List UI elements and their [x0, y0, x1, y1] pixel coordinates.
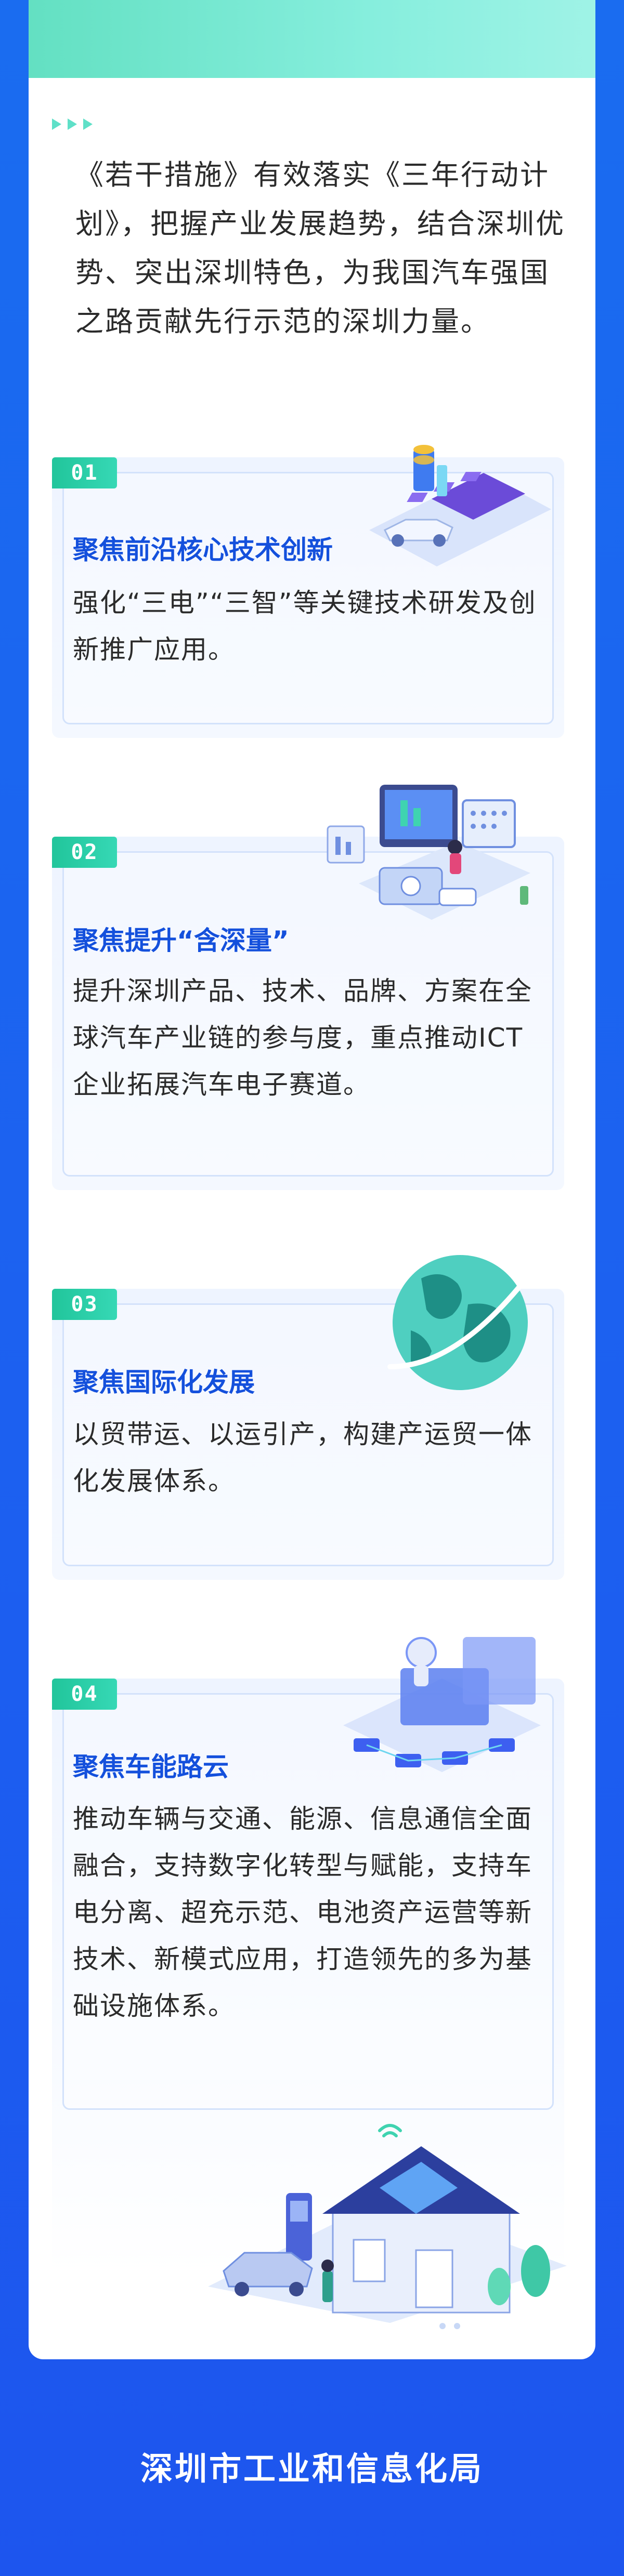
content-panel: 《若干措施》有效落实《三年行动计划》，把握产业发展趋势，结合深圳优势、突出深圳特… — [29, 0, 595, 2359]
card-01: 01 聚焦前沿核心技术创新 强化“三电”“三智”等关键技术研发及创新推广应用。 — [52, 445, 564, 738]
dot-icon — [439, 2323, 446, 2329]
badge-04: 04 — [52, 1679, 117, 1710]
cloud-network-illustration-icon — [343, 1637, 541, 1772]
card-title-02: 聚焦提升“含深量” — [73, 926, 289, 956]
intro-paragraph: 《若干措施》有效落实《三年行动计划》，把握产业发展趋势，结合深圳优势、突出深圳特… — [75, 158, 565, 338]
badge-02: 02 — [52, 837, 117, 868]
card-04: 04 聚焦车能路云 推动车辆与交通、能源、信息通信全面融合，支持数字化转型与赋能… — [52, 1637, 567, 2323]
card-body-04: 推动车辆与交通、能源、信息通信全面融合，支持数字化转型与赋能，支持车电分离、超充… — [73, 1804, 532, 2021]
globe-airplane-icon — [387, 1252, 541, 1390]
dot-icon — [454, 2323, 460, 2329]
card-body-02: 提升深圳产品、技术、品牌、方案在全球汽车产业链的参与度，重点推动ICT企业拓展汽… — [73, 976, 532, 1100]
smart-home-charging-illustration-icon — [208, 2124, 567, 2323]
card-title-04: 聚焦车能路云 — [73, 1752, 229, 1782]
pagination-dots — [439, 2323, 460, 2329]
badge-01: 01 — [52, 457, 117, 488]
card-body-01: 强化“三电”“三智”等关键技术研发及创新推广应用。 — [73, 588, 537, 665]
badge-03: 03 — [52, 1289, 117, 1320]
top-band — [29, 0, 595, 78]
card-title-01: 聚焦前沿核心技术创新 — [73, 535, 333, 565]
ev-charging-illustration-icon — [369, 445, 551, 566]
arrow-icon — [52, 118, 61, 130]
card-02: 02 聚焦提升“含深量” 提升深圳产品、技术、品牌、方案在全球汽车产业链的参与度… — [52, 785, 564, 1190]
card-body-03: 以贸带运、以运引产，构建产运贸一体化发展体系。 — [73, 1419, 532, 1496]
footer-org-name: 深圳市工业和信息化局 — [140, 2450, 484, 2488]
arrow-decoration — [52, 118, 93, 130]
card-title-03: 聚焦国际化发展 — [73, 1367, 255, 1397]
office-workstation-illustration-icon — [327, 785, 530, 920]
card-03: 03 聚焦国际化发展 以贸带运、以运引产，构建产运贸一体化发展体系。 — [52, 1252, 564, 1580]
arrow-icon — [68, 118, 77, 130]
arrow-icon — [83, 118, 93, 130]
